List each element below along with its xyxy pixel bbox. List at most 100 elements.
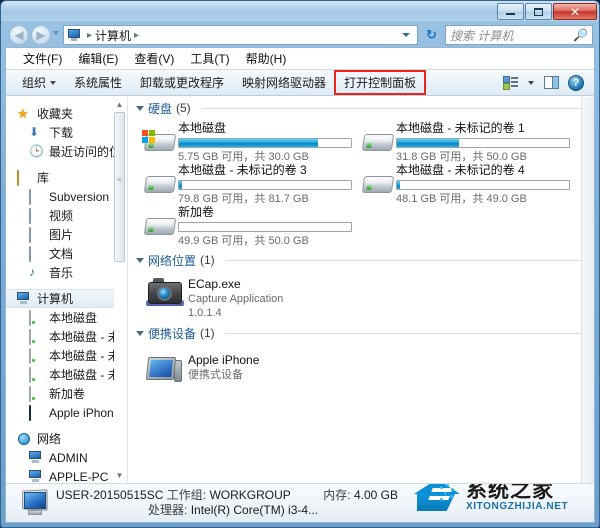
breadcrumb-separator-2[interactable]: ▸ <box>134 30 139 41</box>
sidebar-item-new-volume[interactable]: 新加卷 <box>6 384 114 403</box>
sidebar-item-local-disk-3[interactable]: 本地磁盘 - 未标i <box>6 346 114 365</box>
portable-device-item[interactable]: Apple iPhone 便携式设备 <box>136 344 584 388</box>
sidebar-item-label: 网络 <box>37 432 62 446</box>
scroll-down-icon[interactable]: ▼ <box>114 470 125 481</box>
drive-grid: 本地磁盘 5.75 GB 可用，共 30.0 GB 本地磁盘 - 未标记的卷 1… <box>136 119 584 247</box>
system-drive-icon <box>29 309 44 326</box>
system-properties-button[interactable]: 系统属性 <box>65 71 131 94</box>
sidebar-item-pictures[interactable]: 图片 <box>6 225 114 244</box>
sidebar-scrollbar[interactable]: ▲ ▼ <box>114 99 125 481</box>
sidebar-item-computer[interactable]: 计算机 <box>6 289 114 308</box>
open-control-panel-button[interactable]: 打开控制面板 <box>334 70 427 95</box>
change-view-button[interactable] <box>499 73 521 93</box>
search-box[interactable]: 搜索 计算机 🔍 <box>445 25 593 45</box>
chevron-down-icon[interactable] <box>136 330 144 336</box>
chevron-down-icon[interactable] <box>136 105 144 111</box>
sidebar-item-label: 本地磁盘 - 未标i <box>49 349 114 363</box>
map-network-drive-button[interactable]: 映射网络驱动器 <box>233 71 335 94</box>
status-bar: USER-20150515SC 工作组: WORKGROUP 内存: 4.00 … <box>6 483 594 522</box>
section-header[interactable]: 网络位置 (1) <box>136 249 584 271</box>
phone-icon <box>29 404 44 421</box>
sidebar-item-apple-iphone[interactable]: Apple iPhone <box>6 403 114 422</box>
scroll-up-icon[interactable]: ▲ <box>114 99 125 110</box>
address-dropdown-icon[interactable] <box>402 33 410 37</box>
sidebar-item-videos[interactable]: 视频 <box>6 206 114 225</box>
sidebar-item-label: 图片 <box>49 228 74 242</box>
refresh-button[interactable]: ↻ <box>421 25 442 45</box>
section-divider <box>200 107 584 109</box>
section-header[interactable]: 硬盘 (5) <box>136 97 584 119</box>
music-icon: ♪ <box>29 264 35 279</box>
sidebar-item-favorites[interactable]: ★ 收藏夹 <box>6 104 114 123</box>
drive-name: 本地磁盘 - 未标记的卷 1 <box>396 121 525 135</box>
network-location-item[interactable]: ECap.exe Capture Application 1.0.1.4 <box>136 271 584 320</box>
drive-item[interactable]: 本地磁盘 - 未标记的卷 1 31.8 GB 可用，共 50.0 GB <box>360 119 578 163</box>
house-logo-icon <box>410 484 464 517</box>
maximize-button[interactable] <box>525 3 552 20</box>
explorer-body: ★ 收藏夹 ⬇ 下载 🕒 最近访问的位置 <box>6 97 594 483</box>
system-drive-icon <box>142 127 178 161</box>
forward-button[interactable]: ▶ <box>31 25 51 45</box>
help-button[interactable]: ? <box>565 73 587 93</box>
breadcrumb-computer[interactable]: 计算机 <box>95 27 131 44</box>
sidebar-item-music[interactable]: ♪ 音乐 <box>6 263 114 282</box>
forward-icon: ▶ <box>36 28 46 42</box>
back-icon: ◀ <box>14 28 24 42</box>
sidebar-item-documents[interactable]: 文档 <box>6 244 114 263</box>
drive-item[interactable]: 新加卷 49.9 GB 可用，共 50.0 GB <box>142 203 360 247</box>
content-scrollbar[interactable] <box>581 97 594 483</box>
status-line-2: 处理器: Intel(R) Core(TM) i3-4... <box>56 503 398 518</box>
preview-pane-button[interactable] <box>540 73 562 93</box>
sidebar-item-admin[interactable]: ADMIN <box>6 448 114 467</box>
computer-icon <box>17 291 32 306</box>
scrollbar-thumb[interactable] <box>114 112 125 262</box>
portable-device-description: 便携式设备 <box>188 369 243 381</box>
close-button[interactable]: ✕ <box>553 3 597 20</box>
menu-item-edit[interactable]: 编辑(E) <box>70 48 126 69</box>
search-input[interactable]: 搜索 计算机 <box>450 27 513 44</box>
chevron-down-icon <box>50 80 57 85</box>
drive-item[interactable]: 本地磁盘 - 未标记的卷 3 79.8 GB 可用，共 81.7 GB <box>142 161 360 205</box>
drive-icon <box>142 211 178 245</box>
menu-item-help[interactable]: 帮助(H) <box>238 48 295 69</box>
workgroup-label: 工作组: <box>166 488 207 502</box>
nav-group-favorites: ★ 收藏夹 ⬇ 下载 🕒 最近访问的位置 <box>6 104 114 161</box>
sidebar-item-label: 最近访问的位置 <box>49 145 114 159</box>
menu-item-file[interactable]: 文件(F) <box>15 48 70 69</box>
menu-item-tools[interactable]: 工具(T) <box>182 48 237 69</box>
section-header[interactable]: 便携设备 (1) <box>136 322 584 344</box>
view-dropdown-button[interactable] <box>524 73 537 93</box>
search-icon: 🔍 <box>573 28 588 42</box>
computer-name: USER-20150515SC <box>56 488 164 502</box>
uninstall-change-program-button[interactable]: 卸载或更改程序 <box>131 71 233 94</box>
drive-item[interactable]: 本地磁盘 5.75 GB 可用，共 30.0 GB <box>142 119 360 163</box>
menu-bar: 文件(F) 编辑(E) 查看(V) 工具(T) 帮助(H) <box>6 48 594 69</box>
nav-group-libraries: 库 Subversion 视频 图片 文档 ♪ 音乐 <box>6 168 114 282</box>
network-location-description: Capture Application <box>188 293 284 305</box>
back-button[interactable]: ◀ <box>9 25 29 45</box>
workgroup-value: WORKGROUP <box>209 488 291 502</box>
organize-button[interactable]: 组织 <box>13 71 65 94</box>
sidebar-item-downloads[interactable]: ⬇ 下载 <box>6 123 114 142</box>
sidebar-item-label: 本地磁盘 - 未标i <box>49 368 114 382</box>
portable-device-name: Apple iPhone <box>188 353 260 367</box>
nav-group-computer: 计算机 本地磁盘 本地磁盘 - 未标i 本地磁盘 - 未标i <box>6 289 114 422</box>
sidebar-item-label: 音乐 <box>49 266 74 280</box>
sidebar-item-libraries[interactable]: 库 <box>6 168 114 187</box>
address-bar[interactable]: ▸ 计算机 ▸ <box>63 25 418 45</box>
sidebar-item-local-disk[interactable]: 本地磁盘 <box>6 308 114 327</box>
sidebar-item-subversion[interactable]: Subversion <box>6 187 114 206</box>
menu-item-view[interactable]: 查看(V) <box>126 48 182 69</box>
sidebar-item-recent-places[interactable]: 🕒 最近访问的位置 <box>6 142 114 161</box>
sidebar-item-network[interactable]: 网络 <box>6 429 114 448</box>
history-dropdown-icon[interactable] <box>53 31 59 35</box>
chevron-down-icon[interactable] <box>136 257 144 263</box>
sidebar-item-local-disk-4[interactable]: 本地磁盘 - 未标i <box>6 365 114 384</box>
pictures-icon <box>29 226 44 243</box>
preview-pane-icon <box>543 76 559 89</box>
drive-icon <box>142 169 178 203</box>
sidebar-item-local-disk-1[interactable]: 本地磁盘 - 未标i <box>6 327 114 346</box>
minimize-button[interactable] <box>497 3 524 20</box>
sidebar-item-apple-pc[interactable]: APPLE-PC <box>6 467 114 483</box>
drive-item[interactable]: 本地磁盘 - 未标记的卷 4 48.1 GB 可用，共 49.0 GB <box>360 161 578 205</box>
